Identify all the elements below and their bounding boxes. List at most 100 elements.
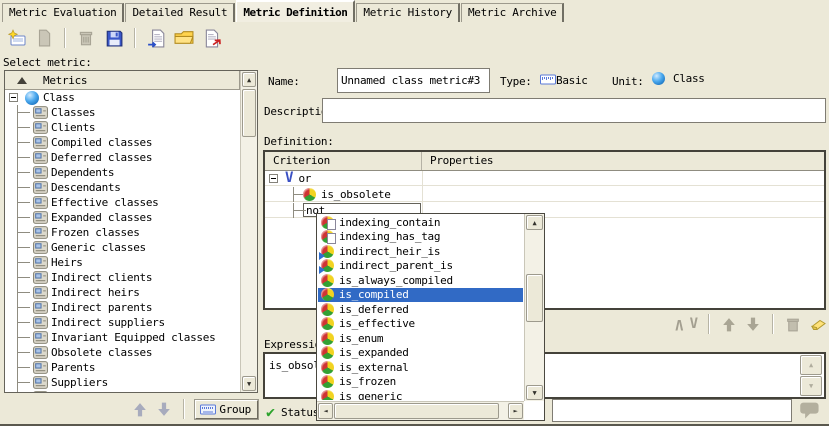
scroll-down-icon[interactable]: ▼ (242, 376, 256, 391)
tab[interactable]: Detailed Result (125, 3, 235, 22)
export-metrics-icon[interactable] (200, 26, 224, 50)
move-up-icon (720, 316, 738, 333)
tree-item[interactable]: Parents (5, 360, 240, 375)
spin-down-icon[interactable]: ▼ (800, 376, 822, 396)
tree-item[interactable]: Invariant Equipped classes (5, 330, 240, 345)
criterion-option[interactable]: indexing_contain (318, 215, 523, 230)
dropdown-horizontal-scrollbar[interactable]: ◄ ► (317, 401, 524, 420)
criterion-option[interactable]: is_effective (318, 317, 523, 332)
tree-item[interactable]: Deferred classes (5, 150, 240, 165)
new-metric-icon[interactable] (4, 26, 28, 50)
definition-toolbar: V V (600, 312, 826, 336)
dropdown-scroll-thumb[interactable] (526, 274, 543, 322)
tree-item[interactable]: Obsolete classes (5, 345, 240, 360)
tree-item[interactable]: Expanded classes (5, 210, 240, 225)
criterion-option[interactable]: is_generic (318, 389, 523, 400)
unit-value: Class (652, 72, 705, 85)
tree-root-class[interactable]: Class (5, 90, 240, 105)
tree-item[interactable]: Heirs (5, 255, 240, 270)
scroll-down-icon[interactable]: ▼ (526, 385, 543, 400)
tree-item[interactable]: Descendants (5, 180, 240, 195)
criterion-option-label: is_effective (339, 317, 415, 330)
tree-connector (13, 300, 33, 315)
scroll-up-icon[interactable]: ▲ (242, 72, 256, 87)
metric-icon (33, 361, 48, 374)
tree-item[interactable]: Suppliers (5, 375, 240, 390)
save-metric-icon[interactable] (102, 26, 126, 50)
criterion-option-label: is_frozen (339, 375, 396, 388)
status-comment-input[interactable] (552, 399, 792, 422)
tree-item[interactable]: Compiled classes (5, 135, 240, 150)
or-operator-icon: V (285, 172, 293, 184)
open-metric-file-icon[interactable] (172, 26, 196, 50)
tab-bar: Metric Evaluation Detailed Result Metric… (0, 0, 829, 22)
group-icon (200, 403, 216, 416)
criterion-option[interactable]: indirect_heir_is (318, 244, 523, 259)
tree-item[interactable]: Frozen classes (5, 225, 240, 240)
tree-connector (13, 330, 33, 345)
metric-icon (33, 241, 48, 254)
criterion-row-is-obsolete[interactable]: is_obsolete (265, 187, 824, 202)
scroll-left-icon[interactable]: ◄ (318, 403, 333, 419)
tree-connector (13, 135, 33, 150)
tree-item[interactable]: Indirect clients (5, 270, 240, 285)
name-input[interactable] (337, 68, 490, 93)
criterion-option[interactable]: is_always_compiled (318, 273, 523, 288)
tree-connector (13, 225, 33, 240)
collapse-icon[interactable] (269, 174, 278, 183)
spin-up-icon[interactable]: ▲ (800, 355, 822, 375)
criterion-icon (321, 274, 334, 287)
criterion-option[interactable]: is_compiled (318, 288, 523, 303)
criterion-option-label: indexing_has_tag (339, 230, 440, 243)
criterion-column-header[interactable]: Criterion (265, 152, 422, 170)
properties-column-header[interactable]: Properties (422, 152, 824, 170)
group-button[interactable]: Group (195, 400, 258, 419)
tree-connector (13, 315, 33, 330)
tree-item-label: Invariant Equipped classes (51, 331, 215, 344)
tree-item[interactable]: Clients (5, 120, 240, 135)
tab[interactable]: Metric Archive (461, 3, 565, 22)
tree-vertical-scrollbar[interactable]: ▲ ▼ (240, 71, 257, 392)
tree-connector (13, 165, 33, 180)
criterion-option[interactable]: is_external (318, 360, 523, 375)
collapse-icon[interactable] (9, 93, 18, 102)
tree-item[interactable]: Indirect suppliers (5, 315, 240, 330)
tree-item[interactable]: Effective classes (5, 195, 240, 210)
criterion-option[interactable]: indirect_parent_is (318, 259, 523, 274)
tree-item[interactable]: Indirect heirs (5, 285, 240, 300)
tree-connector (13, 375, 33, 390)
scroll-up-icon[interactable]: ▲ (526, 215, 543, 230)
criterion-option[interactable]: indexing_has_tag (318, 230, 523, 245)
tree-connector (13, 120, 33, 135)
toolbar-separator (772, 314, 774, 334)
tree-item[interactable]: Uncompiled classes (5, 390, 240, 392)
dropdown-vertical-scrollbar[interactable]: ▲ ▼ (524, 214, 544, 401)
metric-icon (33, 391, 48, 392)
criterion-option[interactable]: is_expanded (318, 346, 523, 361)
tree-item[interactable]: Generic classes (5, 240, 240, 255)
tree-column-header[interactable]: Metrics (5, 71, 240, 90)
import-metrics-icon[interactable] (144, 26, 168, 50)
criterion-option-label: indirect_parent_is (339, 259, 453, 272)
criterion-row-or[interactable]: V or (265, 171, 824, 186)
criterion-icon (303, 188, 316, 201)
description-input[interactable] (322, 98, 826, 123)
criterion-option-label: is_compiled (339, 288, 409, 301)
tab[interactable]: Metric Evaluation (2, 3, 124, 22)
metric-icon (33, 106, 48, 119)
criterion-option[interactable]: is_enum (318, 331, 523, 346)
tree-scroll-thumb[interactable] (242, 89, 256, 137)
tree-item[interactable]: Indirect parents (5, 300, 240, 315)
tree-item[interactable]: Classes (5, 105, 240, 120)
move-up-icon (131, 401, 149, 418)
dropdown-hscroll-thumb[interactable] (334, 403, 499, 419)
tab[interactable]: Metric Definition (236, 0, 355, 22)
scroll-right-icon[interactable]: ► (508, 403, 523, 419)
criterion-option[interactable]: is_deferred (318, 302, 523, 317)
tab[interactable]: Metric History (356, 3, 460, 22)
tree-item[interactable]: Dependents (5, 165, 240, 180)
tree-item-label: Compiled classes (51, 136, 152, 149)
erase-criterion-icon[interactable] (808, 316, 826, 333)
criterion-option[interactable]: is_frozen (318, 375, 523, 390)
tree-connector (13, 150, 33, 165)
